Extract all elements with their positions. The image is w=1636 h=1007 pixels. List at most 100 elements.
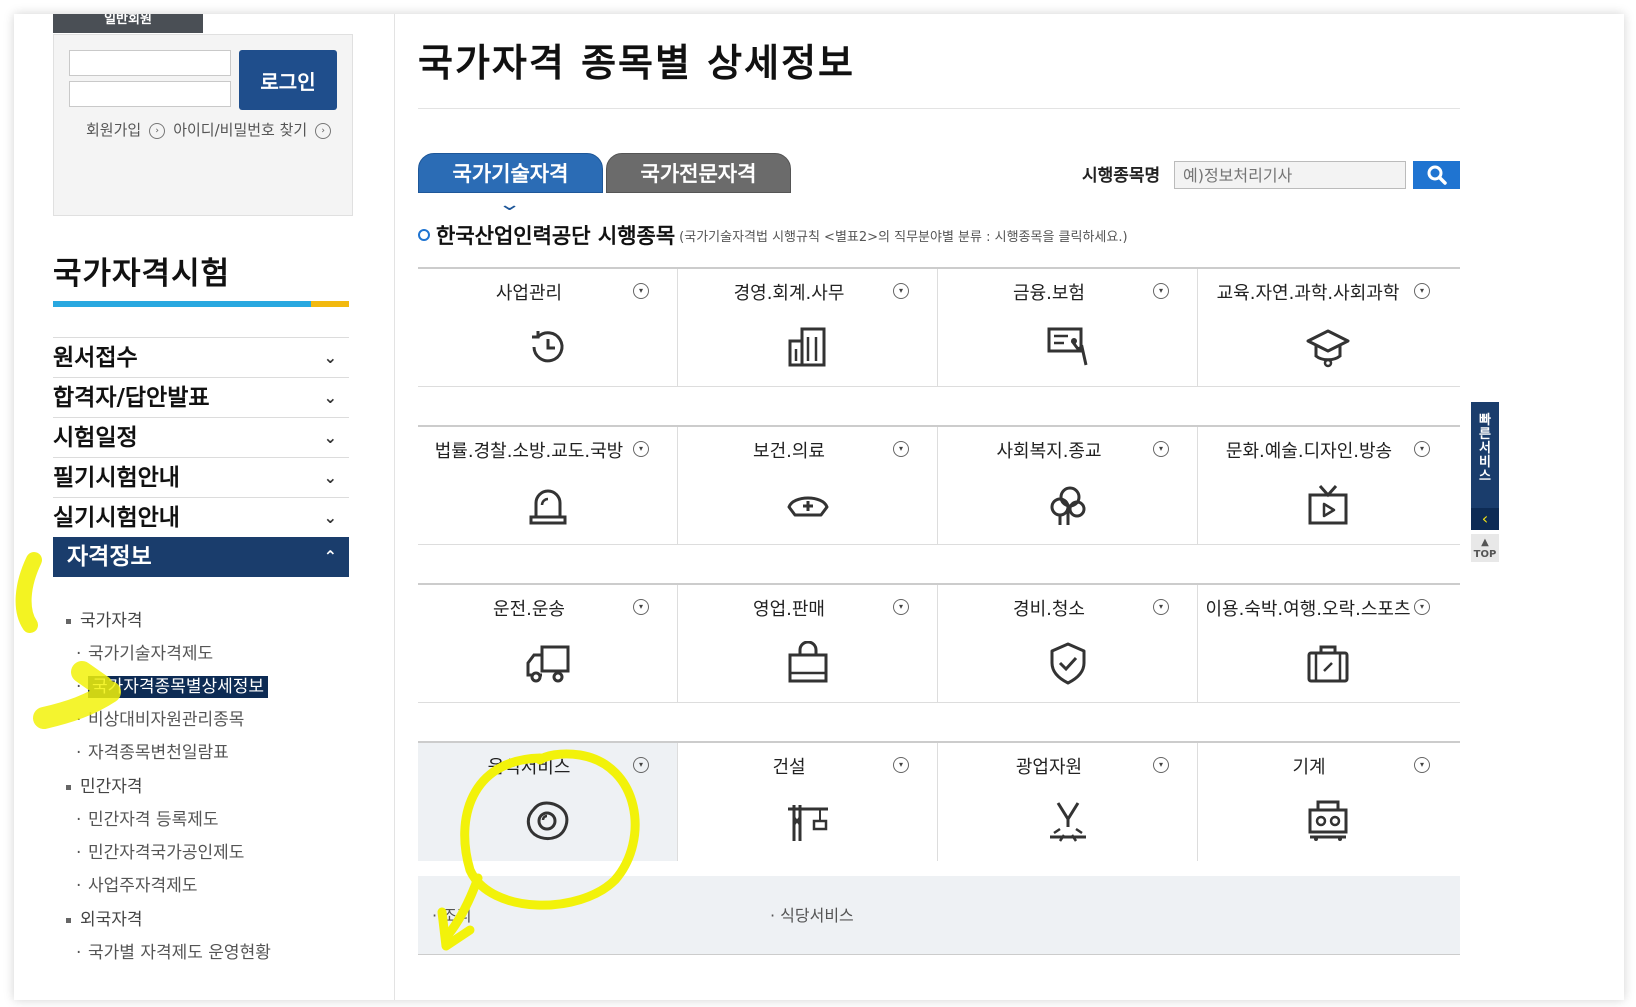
siren-icon bbox=[529, 489, 567, 525]
top-button[interactable]: ▲ TOP bbox=[1471, 534, 1499, 562]
chevron-down-icon[interactable]: ▾ bbox=[1153, 441, 1169, 457]
menu-item-practical-exam[interactable]: 실기시험안내 ⌄ bbox=[53, 497, 349, 537]
chevron-down-icon[interactable]: ▾ bbox=[633, 441, 649, 457]
chevron-down-icon[interactable]: ▾ bbox=[893, 283, 909, 299]
chevron-down-icon[interactable]: ▾ bbox=[1414, 441, 1430, 457]
chevron-right-icon: › bbox=[315, 122, 332, 139]
login-tab[interactable]: 일반회원 bbox=[53, 14, 203, 33]
submenu-foreign[interactable]: 외국자격 bbox=[64, 903, 364, 937]
submenu-item-selected[interactable]: 국가자격종목별상세정보 bbox=[64, 671, 364, 704]
submenu-item[interactable]: 민간자격 등록제도 bbox=[64, 804, 364, 837]
chevron-left-icon[interactable]: ‹ bbox=[1471, 508, 1499, 530]
submenu-item[interactable]: 국가별 자격제도 운영현황 bbox=[64, 937, 364, 970]
title-underline bbox=[53, 301, 349, 307]
submenu-item[interactable]: 국가기술자격제도 bbox=[64, 638, 364, 671]
clock-icon bbox=[532, 331, 564, 363]
submenu-item[interactable]: 비상대비자원관리종목 bbox=[64, 704, 364, 737]
submenu: 국가자격 국가기술자격제도 국가자격종목별상세정보 비상대비자원관리종목 자격종… bbox=[64, 604, 364, 970]
login-button[interactable]: 로그인 bbox=[239, 50, 337, 110]
category-food-service[interactable]: 음식서비스 ▾ bbox=[418, 743, 678, 861]
submenu-private[interactable]: 민간자격 bbox=[64, 770, 364, 804]
submenu-item[interactable]: 민간자격국가공인제도 bbox=[64, 837, 364, 870]
submenu-label: 민간자격 등록제도 bbox=[88, 810, 219, 830]
chevron-down-icon: ⌄ bbox=[323, 428, 337, 447]
option-restaurant-service[interactable]: · 식당서비스 bbox=[770, 902, 854, 926]
category-construction[interactable]: 건설 ▾ bbox=[678, 743, 938, 861]
chevron-down-icon[interactable]: ▾ bbox=[1414, 283, 1430, 299]
password-input[interactable] bbox=[69, 81, 231, 107]
subhead-title: 한국산업인력공단 시행종목 bbox=[436, 224, 676, 248]
category-label: 사업관리 bbox=[495, 283, 563, 304]
chevron-down-icon[interactable]: ▾ bbox=[893, 441, 909, 457]
category-welfare-religion[interactable]: 사회복지.종교 ▾ bbox=[938, 427, 1198, 545]
menu-item-schedule[interactable]: 시험일정 ⌄ bbox=[53, 417, 349, 457]
category-finance-insurance[interactable]: 금융.보험 ▾ bbox=[938, 269, 1198, 387]
chevron-down-icon[interactable]: ▾ bbox=[633, 283, 649, 299]
category-law-police[interactable]: 법률.경찰.소방.교도.국방 ▾ bbox=[418, 427, 678, 545]
menu-item-qualification-info[interactable]: 자격정보 ⌃ bbox=[53, 537, 349, 577]
expanded-food-service-panel: · 조리 · 식당서비스 bbox=[418, 876, 1460, 955]
submenu-item[interactable]: 자격종목변천일람표 bbox=[64, 737, 364, 770]
menu-item-results[interactable]: 합격자/답안발표 ⌄ bbox=[53, 377, 349, 417]
category-health-medical[interactable]: 보건.의료 ▾ bbox=[678, 427, 938, 545]
page-frame: 일반회원 로그인 회원가입 › 아이디/비밀번호 찾기 › 국가자격시험 원서접수 ⌄ … bbox=[14, 14, 1624, 1000]
chevron-down-icon[interactable]: ▾ bbox=[1153, 283, 1169, 299]
suitcase-icon bbox=[1307, 645, 1349, 683]
search-button[interactable] bbox=[1413, 161, 1460, 189]
chevron-down-icon[interactable]: ▾ bbox=[1414, 599, 1430, 615]
tab-national-professional[interactable]: 국가전문자격 bbox=[606, 153, 791, 193]
category-machinery[interactable]: 기계 ▾ bbox=[1198, 743, 1458, 861]
category-leisure-sports[interactable]: 이용.숙박.여행.오락.스포츠 ▾ bbox=[1198, 585, 1458, 703]
category-education-science[interactable]: 교육.자연.과학.사회과학 ▾ bbox=[1198, 269, 1458, 387]
category-sales[interactable]: 영업.판매 ▾ bbox=[678, 585, 938, 703]
id-input[interactable] bbox=[69, 50, 231, 76]
tree-icon bbox=[1050, 486, 1086, 525]
submenu-item[interactable]: 사업주자격제도 bbox=[64, 870, 364, 903]
submenu-label: 국가기술자격제도 bbox=[88, 644, 214, 664]
option-cooking[interactable]: · 조리 bbox=[432, 902, 472, 926]
option-label: 식당서비스 bbox=[780, 906, 854, 925]
category-label: 기계 bbox=[1292, 757, 1326, 778]
menu-label: 시험일정 bbox=[53, 425, 138, 451]
subhead-note: (국가기술자격법 시행규칙 <별표2>의 직무분야별 분류 : 시행종목을 클릭… bbox=[679, 229, 1128, 245]
submenu-national[interactable]: 국가자격 bbox=[64, 604, 364, 638]
presentation-icon bbox=[1047, 327, 1088, 366]
tab-national-technical[interactable]: 국가기술자격 bbox=[418, 153, 603, 193]
chevron-down-icon[interactable]: ▾ bbox=[1153, 599, 1169, 615]
chevron-down-icon[interactable]: ▾ bbox=[633, 599, 649, 615]
chevron-down-icon: ⌄ bbox=[323, 348, 337, 367]
find-account-link[interactable]: 아이디/비밀번호 찾기 bbox=[173, 121, 307, 139]
fried-egg-icon bbox=[526, 801, 569, 841]
main-content: 국가자격 종목별 상세정보 국가기술자격 국가전문자격 ⌄ 시행종목명 한국산업… bbox=[418, 14, 1608, 1000]
menu-item-written-exam[interactable]: 필기시험안내 ⌄ bbox=[53, 457, 349, 497]
chevron-down-icon: ⌄ bbox=[323, 508, 337, 527]
caret-down-icon: ⌄ bbox=[497, 194, 522, 215]
search-input[interactable] bbox=[1174, 161, 1406, 189]
join-link[interactable]: 회원가입 bbox=[86, 121, 141, 139]
chevron-down-icon[interactable]: ▾ bbox=[1153, 757, 1169, 773]
menu-item-apply[interactable]: 원서접수 ⌄ bbox=[53, 337, 349, 377]
chevron-down-icon[interactable]: ▾ bbox=[893, 599, 909, 615]
category-culture-arts[interactable]: 문화.예술.디자인.방송 ▾ bbox=[1198, 427, 1458, 545]
chevron-down-icon[interactable]: ▾ bbox=[893, 757, 909, 773]
submenu-label: 비상대비자원관리종목 bbox=[88, 710, 245, 730]
shield-icon bbox=[1050, 642, 1086, 685]
category-label: 이용.숙박.여행.오락.스포츠 bbox=[1205, 599, 1411, 620]
sidebar: 일반회원 로그인 회원가입 › 아이디/비밀번호 찾기 › 국가자격시험 원서접수 ⌄ … bbox=[14, 14, 395, 1000]
sidebar-menu: 원서접수 ⌄ 합격자/답안발표 ⌄ 시험일정 ⌄ 필기시험안내 ⌄ 실기시험안내 ⌄ 자격… bbox=[53, 337, 349, 577]
category-mining[interactable]: 광업자원 ▾ bbox=[938, 743, 1198, 861]
page-title: 국가자격 종목별 상세정보 bbox=[418, 41, 856, 85]
top-label: TOP bbox=[1473, 549, 1497, 560]
category-label: 사회복지.종교 bbox=[996, 441, 1102, 462]
search-icon bbox=[1427, 165, 1447, 185]
search-label: 시행종목명 bbox=[1082, 166, 1161, 186]
submenu-label: 국가자격종목별상세정보 bbox=[88, 676, 269, 698]
category-management-accounting[interactable]: 경영.회계.사무 ▾ bbox=[678, 269, 938, 387]
chevron-down-icon[interactable]: ▾ bbox=[1414, 757, 1430, 773]
category-business-management[interactable]: 사업관리 ▾ bbox=[418, 269, 678, 387]
menu-label: 합격자/답안발표 bbox=[53, 385, 210, 411]
category-security-cleaning[interactable]: 경비.청소 ▾ bbox=[938, 585, 1198, 703]
chevron-down-icon[interactable]: ▾ bbox=[633, 757, 649, 773]
category-driving-transport[interactable]: 운전.운송 ▾ bbox=[418, 585, 678, 703]
login-box: 로그인 회원가입 › 아이디/비밀번호 찾기 › bbox=[53, 34, 353, 216]
